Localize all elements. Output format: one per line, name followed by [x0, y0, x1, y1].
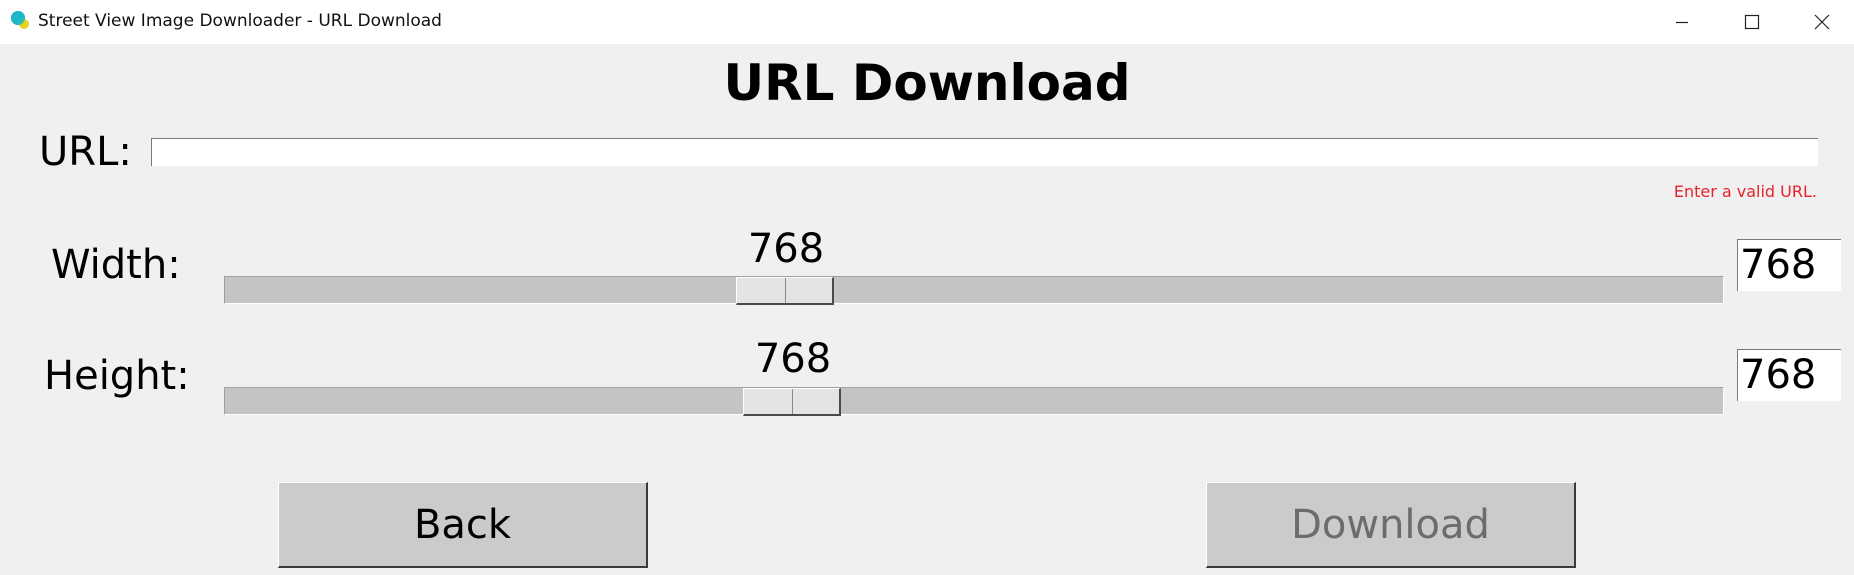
minimize-icon: [1676, 21, 1688, 24]
height-slider-thumb-groove: [792, 389, 793, 414]
width-entry[interactable]: 768: [1737, 239, 1841, 291]
width-label: Width:: [51, 242, 181, 288]
height-label: Height:: [44, 353, 190, 399]
app-logo-icon: [11, 11, 29, 29]
height-slider[interactable]: [224, 387, 1724, 416]
width-slider-thumb[interactable]: [736, 277, 834, 305]
height-entry[interactable]: 768: [1737, 349, 1841, 401]
window-titlebar: Street View Image Downloader - URL Downl…: [0, 0, 1854, 44]
url-input[interactable]: [151, 138, 1818, 166]
height-slider-thumb[interactable]: [743, 388, 841, 416]
back-button[interactable]: Back: [278, 482, 648, 568]
maximize-icon: [1744, 14, 1760, 30]
page-title: URL Download: [723, 54, 1131, 112]
download-button[interactable]: Download: [1206, 482, 1576, 568]
window-title: Street View Image Downloader - URL Downl…: [38, 11, 442, 31]
width-slider[interactable]: [224, 276, 1724, 305]
width-slider-thumb-groove: [785, 278, 786, 303]
width-slider-value: 768: [747, 226, 825, 272]
url-error-message: Enter a valid URL.: [1673, 182, 1817, 201]
minimize-button[interactable]: [1647, 0, 1717, 44]
close-icon: [1814, 14, 1830, 30]
height-slider-value: 768: [754, 336, 832, 382]
maximize-button[interactable]: [1717, 0, 1787, 44]
url-label: URL:: [39, 129, 132, 175]
close-button[interactable]: [1787, 0, 1854, 44]
